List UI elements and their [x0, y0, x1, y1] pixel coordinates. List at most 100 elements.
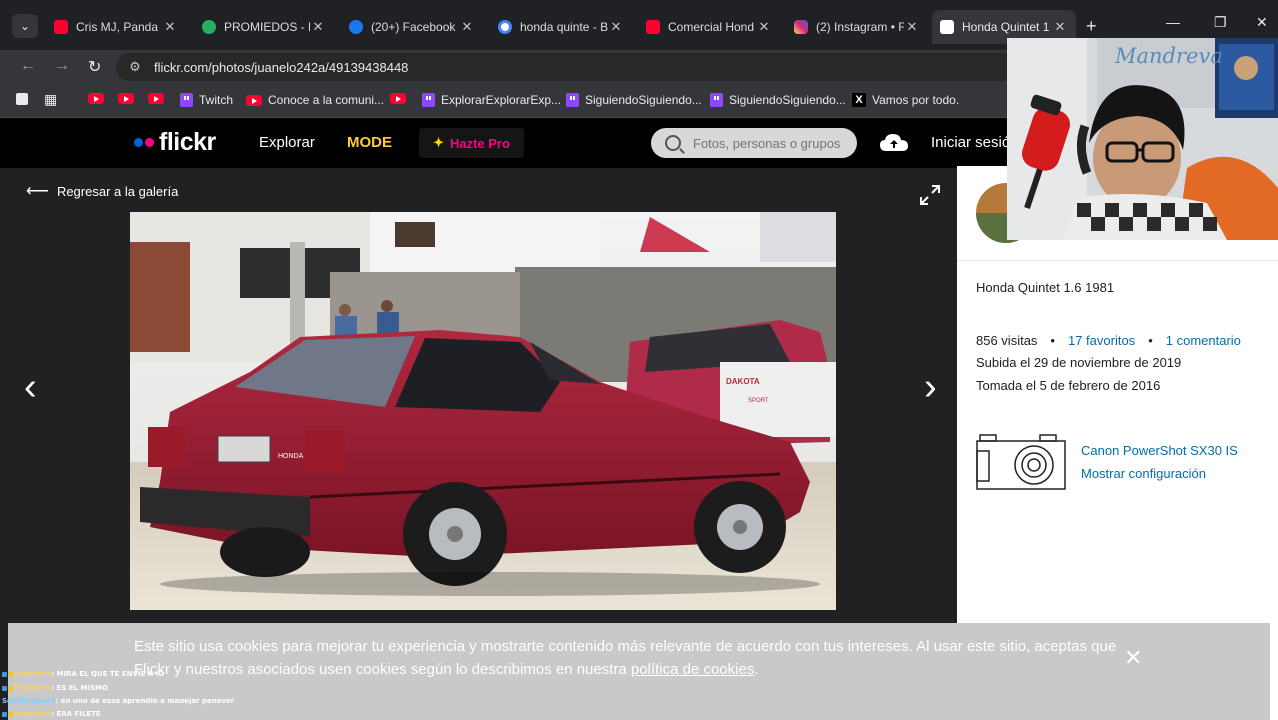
chat-message: Penever1: MIRA EL QUE TE ENVIE A IG — [2, 670, 164, 678]
photo-stats: 856 visitas • 17 favoritos • 1 comentari… — [976, 333, 1241, 348]
close-icon[interactable]: ✕ — [756, 19, 772, 35]
back-arrow-icon[interactable]: ← — [20, 57, 36, 75]
main-photo[interactable]: DAKOTA SPORT HONDA — [130, 212, 836, 610]
photo-title: Honda Quintet 1.6 1981 — [976, 280, 1115, 295]
chat-message: Penever1: ERA FILETE — [2, 710, 101, 718]
soccer-ball-icon — [202, 20, 216, 34]
upload-cloud-icon[interactable] — [879, 132, 909, 152]
maximize-button[interactable]: ❐ — [1214, 14, 1227, 31]
bookmark-youtube-2[interactable] — [118, 93, 134, 104]
hazte-pro-label: Hazte Pro — [449, 135, 510, 151]
comments-link[interactable]: 1 comentario — [1166, 333, 1241, 348]
bookmark-label: SiguiendoSiguiendo... — [585, 93, 702, 107]
forward-arrow-icon[interactable]: → — [54, 57, 70, 75]
chevron-down-icon: ⌄ — [19, 19, 31, 33]
signin-link[interactable]: Iniciar sesión — [931, 134, 1019, 151]
youtube-icon — [118, 93, 134, 104]
twitch-icon — [566, 93, 579, 107]
bookmark-x[interactable]: X Vamos por todo. — [852, 93, 959, 107]
bookmark-youtube-1[interactable] — [88, 93, 104, 104]
bookmark-siguiendo-2[interactable]: SiguiendoSiguiendo... — [710, 93, 846, 107]
tab-search-button[interactable]: ⌄ — [12, 14, 38, 38]
tab-label: Comercial Hond — [668, 20, 755, 34]
chat-username: SolidSnake31 — [2, 697, 56, 705]
close-icon[interactable]: ✕ — [608, 19, 624, 35]
bookmark-explorar[interactable]: ExplorarExplorarExp... — [422, 93, 561, 107]
car-photo-illustration: DAKOTA SPORT HONDA — [130, 212, 836, 610]
tab-youtube-comercial[interactable]: Comercial Hond ✕ — [638, 12, 780, 42]
back-to-gallery-link[interactable]: ⟵ Regresar a la galería — [26, 181, 178, 201]
nav-mode[interactable]: MODE — [347, 134, 392, 151]
cookie-close-icon[interactable]: ✕ — [1124, 645, 1142, 671]
facebook-icon — [349, 20, 363, 34]
youtube-icon — [246, 94, 262, 106]
tab-promiedos[interactable]: PROMIEDOS - Fú ✕ — [194, 12, 334, 42]
streamer-webcam-overlay: Mandreva — [1007, 38, 1278, 240]
youtube-icon — [54, 20, 68, 34]
truck-model-text: SPORT — [748, 398, 769, 404]
next-photo-chevron-icon[interactable]: › — [924, 366, 937, 409]
minimize-button[interactable]: — — [1166, 14, 1180, 30]
site-info-icon[interactable]: ⚙ — [122, 59, 148, 75]
logo-blue-dot — [134, 138, 143, 147]
camera-icon — [976, 434, 1066, 490]
stats-separator: • — [1050, 333, 1055, 348]
new-tab-button[interactable]: + — [1086, 16, 1097, 37]
screen: ⌄ Cris MJ, Panda B ✕ PROMIEDOS - Fú ✕ (2… — [0, 0, 1278, 720]
flickr-logo[interactable]: flickr — [134, 128, 216, 157]
x-icon: X — [852, 93, 866, 107]
close-window-button[interactable]: ✕ — [1256, 14, 1268, 31]
tab-label: (20+) Facebook — [371, 20, 456, 34]
close-icon[interactable]: ✕ — [162, 19, 178, 35]
expand-icon[interactable] — [919, 184, 941, 206]
favorites-link[interactable]: 17 favoritos — [1068, 333, 1135, 348]
close-icon[interactable]: ✕ — [1052, 19, 1068, 35]
taken-date: Tomada el 5 de febrero de 2016 — [976, 378, 1161, 393]
badge-icon — [8, 671, 13, 677]
tab-youtube-cris[interactable]: Cris MJ, Panda B ✕ — [46, 12, 186, 42]
previous-photo-chevron-icon[interactable]: ‹ — [24, 366, 37, 409]
tab-label: PROMIEDOS - Fú — [224, 20, 310, 34]
sparkle-icon: ✦ — [433, 135, 444, 150]
bookmark-youtube-4[interactable] — [390, 93, 406, 104]
close-icon[interactable]: ✕ — [310, 19, 326, 35]
tab-label: (2) Instagram • F — [816, 20, 904, 34]
bookmark-label: ExplorarExplorarExp... — [441, 93, 562, 107]
youtube-icon — [148, 93, 164, 104]
stats-separator: • — [1148, 333, 1153, 348]
twitch-icon — [180, 93, 193, 107]
hazte-pro-button[interactable]: ✦ Hazte Pro — [419, 128, 524, 158]
bookmark-twitch[interactable]: Twitch — [180, 93, 233, 107]
tab-label: honda quinte - B — [520, 20, 608, 34]
youtube-icon — [390, 93, 406, 104]
tab-instagram[interactable]: (2) Instagram • F ✕ — [786, 12, 928, 42]
bookmark-youtube-3[interactable] — [148, 93, 164, 104]
cookie-policy-link[interactable]: política de cookies — [631, 661, 754, 678]
nav-explore[interactable]: Explorar — [259, 134, 315, 151]
tab-google-search[interactable]: honda quinte - B ✕ — [490, 12, 632, 42]
close-icon[interactable]: ✕ — [459, 19, 475, 35]
back-label: Regresar a la galería — [56, 183, 179, 199]
flickr-icon — [940, 20, 954, 34]
address-bar[interactable]: ⚙ flickr.com/photos/juanelo242a/49139438… — [116, 53, 1016, 81]
camera-model-link[interactable]: Canon PowerShot SX30 IS — [1081, 443, 1238, 458]
plus-icon: + — [1086, 16, 1097, 36]
apps-grid-icon[interactable]: ▦ — [44, 91, 57, 108]
reload-icon[interactable]: ↻ — [88, 57, 101, 77]
tab-facebook[interactable]: (20+) Facebook ✕ — [341, 12, 483, 42]
channel-name: Mandreva — [1115, 44, 1223, 68]
google-icon — [498, 20, 512, 34]
show-settings-link[interactable]: Mostrar configuración — [1081, 466, 1206, 481]
search-input[interactable] — [693, 135, 843, 151]
instagram-icon — [794, 20, 808, 34]
bookmark-conoce[interactable]: Conoce a la comuni... — [246, 93, 384, 107]
bookmark-siguiendo-1[interactable]: SiguiendoSiguiendo... — [566, 93, 702, 107]
stream-chat-overlay: Penever1: MIRA EL QUE TE ENVIE A IG Pene… — [0, 668, 400, 720]
truck-badge-text: DAKOTA — [726, 377, 760, 386]
search-icon — [665, 135, 681, 151]
back-arrow-icon: ⟵ — [26, 183, 49, 200]
chat-text: : MIRA EL QUE TE ENVIE A IG — [51, 670, 164, 678]
close-icon[interactable]: ✕ — [904, 19, 920, 35]
all-bookmarks-icon[interactable] — [16, 93, 28, 105]
twitch-icon — [710, 93, 723, 107]
